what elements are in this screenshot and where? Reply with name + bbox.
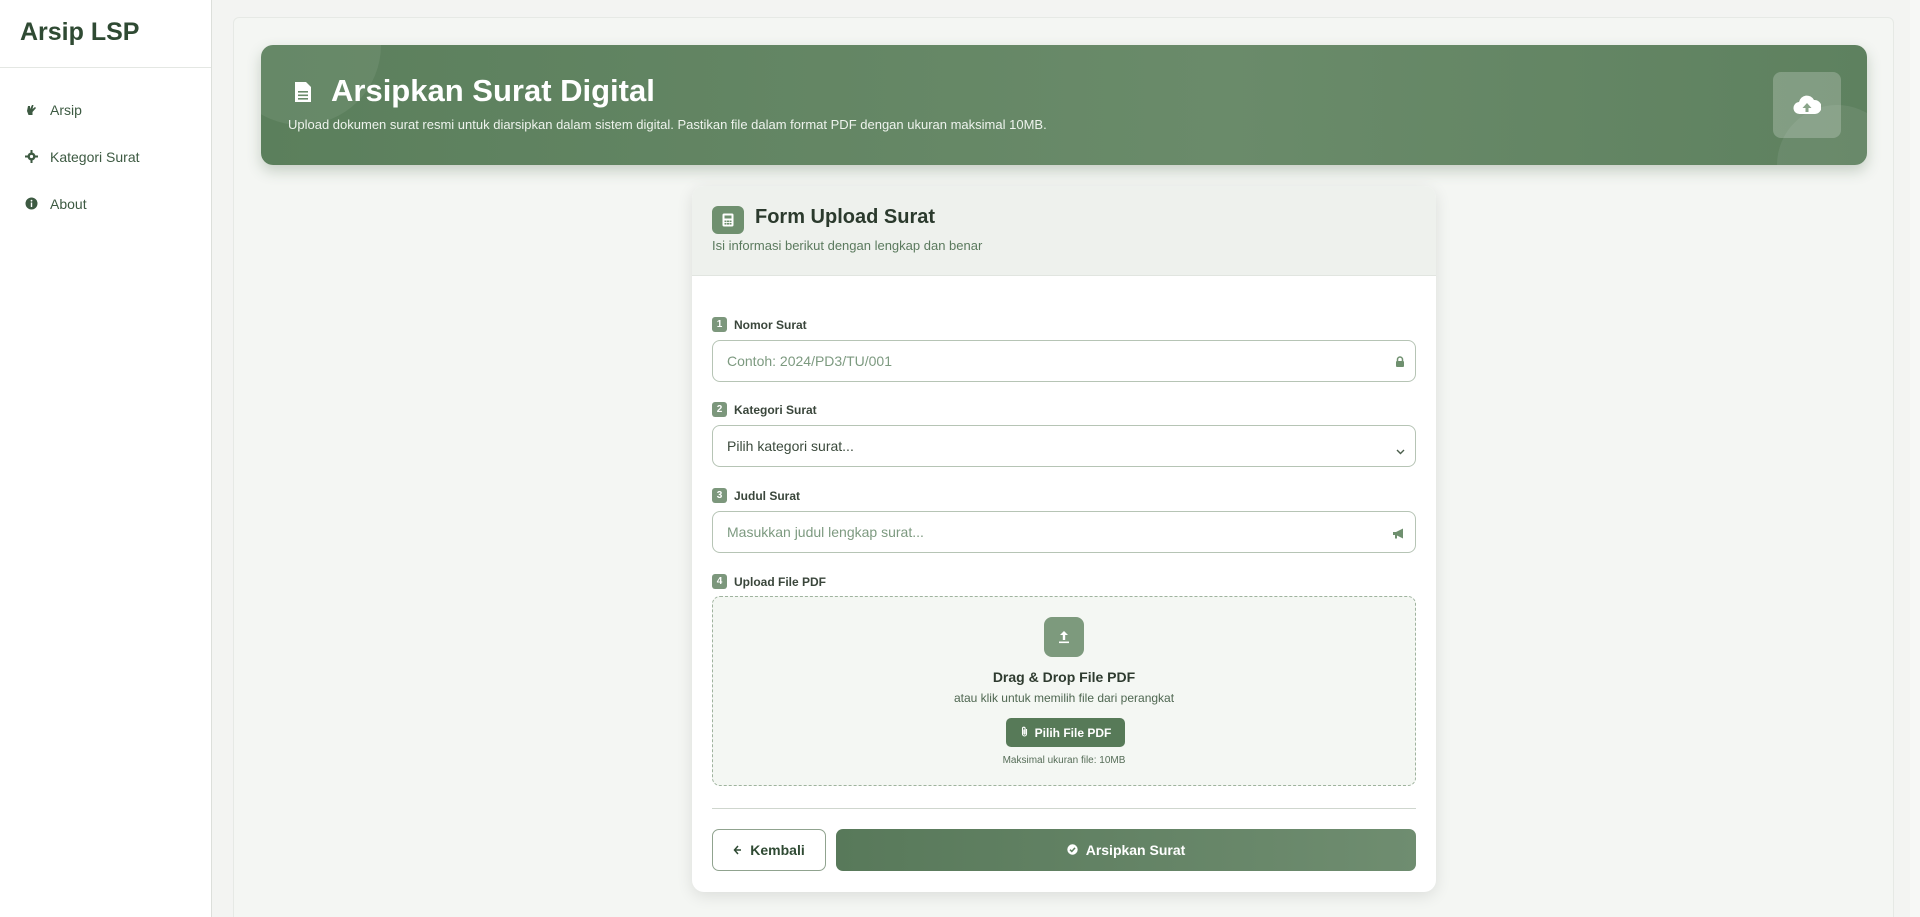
step-badge: 1 bbox=[712, 317, 727, 332]
page-title: Arsipkan Surat Digital bbox=[331, 73, 655, 108]
field-label-nomor-surat: 1 Nomor Surat bbox=[712, 317, 807, 332]
step-badge: 2 bbox=[712, 402, 727, 417]
submit-label: Arsipkan Surat bbox=[1085, 842, 1186, 858]
upload-icon bbox=[1044, 617, 1084, 657]
sidebar: Arsip LSP Arsip Kategori Surat About bbox=[0, 0, 212, 917]
dropzone-title: Drag & Drop File PDF bbox=[992, 669, 1136, 685]
choose-pdf-label: Pilih File PDF bbox=[1034, 725, 1112, 740]
cloud-upload-icon bbox=[1773, 72, 1841, 138]
field-label-text: Nomor Surat bbox=[734, 317, 807, 332]
sidebar-item-label: Arsip bbox=[50, 101, 82, 118]
judul-surat-input[interactable]: Masukkan judul lengkap surat... bbox=[712, 511, 1416, 553]
dropzone-subtitle: atau klik untuk memilih file dari perang… bbox=[953, 691, 1175, 705]
chevron-down-icon bbox=[1396, 442, 1405, 458]
document-icon bbox=[294, 81, 312, 108]
form-header: Form Upload Surat Isi informasi berikut … bbox=[692, 186, 1436, 276]
back-label: Kembali bbox=[750, 842, 805, 858]
step-badge: 4 bbox=[712, 574, 727, 589]
field-label-text: Judul Surat bbox=[734, 488, 801, 503]
nomor-surat-placeholder: Contoh: 2024/PD3/TU/001 bbox=[727, 353, 892, 369]
scrollbar[interactable] bbox=[1910, 0, 1920, 917]
sidebar-item-arsip[interactable]: Arsip bbox=[0, 86, 211, 133]
form-title: Form Upload Surat bbox=[755, 206, 936, 228]
hand-icon bbox=[24, 103, 38, 117]
step-badge: 3 bbox=[712, 488, 727, 503]
sidebar-item-label: About bbox=[50, 195, 87, 212]
brand-title[interactable]: Arsip LSP bbox=[0, 0, 211, 68]
field-label-kategori-surat: 2 Kategori Surat bbox=[712, 402, 817, 417]
megaphone-icon bbox=[1392, 526, 1405, 542]
calculator-icon bbox=[712, 206, 744, 234]
check-circle-icon bbox=[1067, 842, 1078, 858]
back-button[interactable]: Kembali bbox=[712, 829, 826, 871]
judul-surat-placeholder: Masukkan judul lengkap surat... bbox=[727, 524, 924, 540]
kategori-surat-select[interactable]: Pilih kategori surat... bbox=[712, 425, 1416, 467]
pdf-dropzone[interactable]: Drag & Drop File PDF atau klik untuk mem… bbox=[712, 596, 1416, 786]
upload-form-card: Form Upload Surat Isi informasi berikut … bbox=[692, 186, 1436, 892]
sidebar-item-kategori-surat[interactable]: Kategori Surat bbox=[0, 133, 211, 180]
sidebar-nav: Arsip Kategori Surat About bbox=[0, 68, 211, 227]
paperclip-icon bbox=[1020, 726, 1029, 740]
page-subtitle: Upload dokumen surat resmi untuk diarsip… bbox=[288, 117, 1047, 132]
page-header-banner: Arsipkan Surat Digital Upload dokumen su… bbox=[261, 45, 1867, 165]
kategori-surat-selected: Pilih kategori surat... bbox=[727, 438, 854, 454]
field-label-text: Kategori Surat bbox=[734, 402, 817, 417]
sidebar-item-label: Kategori Surat bbox=[50, 148, 140, 165]
choose-pdf-button[interactable]: Pilih File PDF bbox=[1006, 718, 1125, 747]
nomor-surat-input[interactable]: Contoh: 2024/PD3/TU/001 bbox=[712, 340, 1416, 382]
form-subtitle: Isi informasi berikut dengan lengkap dan… bbox=[712, 238, 983, 253]
lock-icon bbox=[1395, 355, 1405, 371]
field-label-upload-file: 4 Upload File PDF bbox=[712, 574, 826, 589]
field-label-judul-surat: 3 Judul Surat bbox=[712, 488, 800, 503]
gear-icon bbox=[24, 150, 38, 164]
divider bbox=[712, 808, 1416, 809]
info-icon bbox=[24, 197, 38, 211]
sidebar-item-about[interactable]: About bbox=[0, 180, 211, 227]
max-size-note: Maksimal ukuran file: 10MB bbox=[1002, 755, 1126, 766]
field-label-text: Upload File PDF bbox=[734, 574, 827, 589]
submit-archive-button[interactable]: Arsipkan Surat bbox=[836, 829, 1416, 871]
arrow-left-icon bbox=[733, 842, 742, 858]
